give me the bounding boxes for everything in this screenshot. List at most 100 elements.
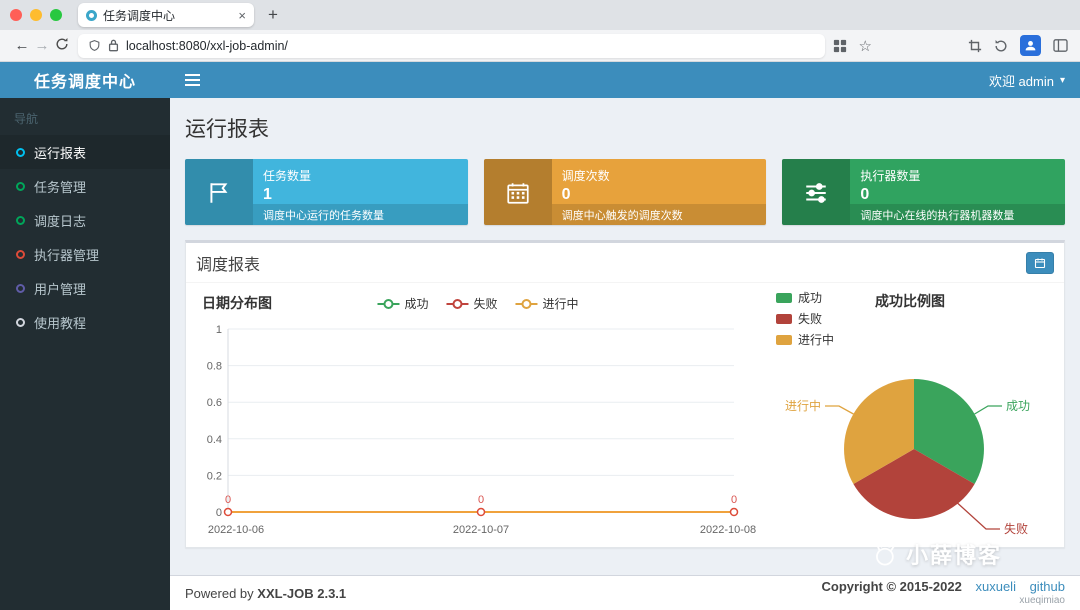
sidebar-toggle-icon[interactable] — [1053, 39, 1068, 52]
circle-icon — [16, 181, 25, 191]
sidebar-item-label: 使用教程 — [34, 315, 87, 331]
shield-icon — [89, 40, 100, 51]
data-label: 0 — [731, 494, 737, 506]
circle-icon — [16, 147, 25, 157]
sidebar-item-help[interactable]: 使用教程 — [0, 305, 170, 339]
x-axis-label: 2022-10-07 — [453, 524, 509, 536]
browser-toolbar: ← → localhost:8080/xxl-job-admin/ ☆ — [0, 30, 1080, 62]
legend-label: 成功 — [798, 291, 823, 305]
legend-item-running[interactable]: 进行中 — [776, 331, 834, 348]
data-label: 0 — [478, 494, 484, 506]
swatch-icon — [776, 292, 792, 303]
sidebar-item-label: 用户管理 — [34, 281, 87, 297]
sidebar-item-job-manage[interactable]: 任务管理 — [0, 169, 170, 203]
pie-chart: 成功 失败 进行中 成功比例图 成功 失败 进行中 — [764, 287, 1056, 562]
browser-tab[interactable]: 任务调度中心 × — [78, 3, 254, 27]
browser-window: 任务调度中心 × + ← → localhost:8080/xxl-job-ad… — [0, 0, 1080, 610]
panel-title: 调度报表 — [196, 256, 261, 274]
flag-icon — [185, 159, 253, 225]
swatch-icon — [776, 334, 792, 345]
extensions-icon[interactable] — [833, 39, 847, 53]
y-axis-label: 0.8 — [207, 361, 222, 373]
line-chart-legend: 成功 失败 进行中 — [377, 295, 579, 312]
legend-item-fail[interactable]: 失败 — [776, 310, 834, 327]
powered-by-text: Powered by — [185, 585, 254, 601]
stat-box-job-count: 任务数量 1 调度中心运行的任务数量 — [185, 159, 468, 225]
forward-icon[interactable]: → — [32, 37, 52, 54]
sidebar-item-user-manage[interactable]: 用户管理 — [0, 271, 170, 305]
circle-icon — [16, 215, 25, 225]
screenshot-crop-icon[interactable] — [968, 39, 982, 53]
sidebar-item-label: 调度日志 — [34, 213, 87, 229]
y-axis-label: 0.4 — [207, 434, 222, 446]
subtext-xueqimiao: xueqimiao — [1019, 594, 1065, 606]
watermark: 小薛博客 — [869, 538, 1002, 570]
sidebar-item-job-log[interactable]: 调度日志 — [0, 203, 170, 237]
version-text: XXL-JOB 2.3.1 — [257, 585, 347, 601]
history-back-icon[interactable] — [994, 39, 1008, 53]
pie-label-success: 成功 — [1006, 399, 1030, 413]
legend-item-success[interactable]: 成功 — [377, 295, 428, 312]
profile-avatar[interactable] — [1020, 35, 1041, 56]
x-axis-label: 2022-10-06 — [208, 524, 264, 536]
stat-title: 执行器数量 — [860, 169, 921, 183]
legend-label: 进行中 — [542, 297, 579, 311]
date-range-button[interactable] — [1026, 251, 1054, 274]
legend-item-fail[interactable]: 失败 — [446, 295, 498, 312]
stat-value: 0 — [561, 186, 571, 203]
stat-value: 0 — [860, 186, 870, 203]
window-close-button[interactable] — [10, 9, 22, 21]
caret-down-icon: ▾ — [1059, 74, 1065, 86]
sidebar-item-label: 执行器管理 — [34, 247, 100, 263]
sliders-icon — [782, 159, 851, 225]
sidebar-item-label: 任务管理 — [34, 179, 87, 195]
circle-icon — [16, 317, 25, 327]
data-point — [729, 507, 739, 517]
sidebar-item-executor-manage[interactable]: 执行器管理 — [0, 237, 170, 271]
app-logo: 任务调度中心 — [0, 62, 170, 98]
tab-close-icon[interactable]: × — [238, 8, 246, 23]
reload-icon[interactable] — [52, 37, 72, 55]
line-chart-title: 日期分布图 — [202, 295, 272, 311]
link-github[interactable]: github — [1030, 579, 1065, 594]
sidebar-collapse-icon[interactable] — [185, 74, 200, 86]
url-text: localhost:8080/xxl-job-admin/ — [126, 38, 288, 53]
stat-title: 任务数量 — [263, 169, 312, 183]
legend-item-success[interactable]: 成功 — [776, 289, 834, 306]
line-marker-icon — [515, 298, 538, 309]
data-point — [223, 507, 233, 517]
stat-box-trigger-count: 调度次数 0 调度中心触发的调度次数 — [483, 159, 767, 225]
stat-value: 1 — [263, 186, 272, 203]
pie-chart-legend: 成功 失败 进行中 — [776, 289, 834, 348]
bookmark-star-icon[interactable]: ☆ — [859, 37, 872, 55]
app-navbar: 欢迎 admin ▾ — [170, 62, 1080, 98]
line-chart: 日期分布图 成功 失败 进行中 1 0.8 0.6 0.4 0.2 0 2022… — [194, 287, 762, 562]
legend-item-running[interactable]: 进行中 — [515, 295, 579, 312]
window-minimize-button[interactable] — [30, 9, 42, 21]
link-xuxueli[interactable]: xuxueli — [975, 579, 1015, 594]
welcome-text: 欢迎 admin — [988, 73, 1054, 89]
y-axis-label: 0.2 — [207, 470, 222, 482]
stat-desc: 调度中心触发的调度次数 — [551, 204, 767, 225]
window-zoom-button[interactable] — [50, 9, 62, 21]
user-menu[interactable]: 欢迎 admin ▾ — [989, 71, 1065, 90]
sidebar-item-report[interactable]: 运行报表 — [0, 135, 170, 169]
stat-box-executor-count: 执行器数量 0 调度中心在线的执行器机器数量 — [782, 159, 1066, 225]
y-axis-label: 0 — [216, 507, 222, 519]
legend-label: 失败 — [473, 297, 498, 311]
report-panel: 调度报表 日期分布图 成功 失败 进行中 1 0.8 0.6 0.4 0.2 0… — [185, 240, 1065, 548]
lock-icon — [108, 39, 119, 52]
line-marker-icon — [446, 298, 469, 309]
url-bar[interactable]: localhost:8080/xxl-job-admin/ — [78, 33, 825, 58]
legend-label: 成功 — [404, 297, 429, 311]
circle-icon — [16, 249, 25, 259]
back-icon[interactable]: ← — [12, 37, 32, 54]
new-tab-button[interactable]: + — [268, 5, 278, 25]
pie-label-fail: 失败 — [1004, 521, 1028, 536]
window-controls — [10, 9, 62, 21]
stat-desc: 调度中心运行的任务数量 — [253, 204, 468, 225]
main-content: 运行报表 任务数量 1 调度中心运行的任务数量 调度次数 0 调度中心触发的调度… — [170, 98, 1080, 575]
app-sidebar: 任务调度中心 导航 运行报表 任务管理 调度日志 执行器管理 用户管理 使用教程 — [0, 62, 170, 610]
x-axis-label: 2022-10-08 — [700, 524, 756, 536]
calendar-icon — [1034, 258, 1046, 268]
